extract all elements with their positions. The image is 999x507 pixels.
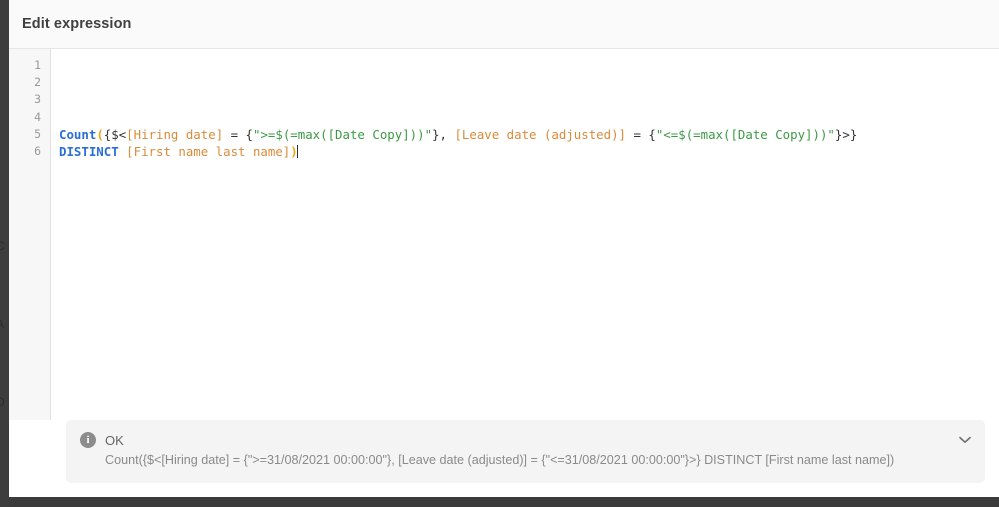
code-token-fn: Count (59, 126, 97, 142)
dialog-header: Edit expression (9, 0, 999, 49)
info-icon: i (80, 432, 96, 448)
line-number: 4 (34, 109, 41, 124)
code-token-plain: = { (223, 126, 253, 142)
validation-area: i OK Count({$<[Hiring date] = {">=31/08/… (9, 420, 999, 483)
code-token-field: [First name last name] (126, 143, 291, 159)
line-number: 2 (34, 75, 41, 90)
code-token-str: ">=$(=max([Date Copy]))" (253, 126, 433, 142)
background-content-strip: C A D (0, 0, 9, 507)
code-token-plain: = { (626, 126, 656, 142)
background-glyph: A (0, 317, 5, 331)
code-token-plain: }, (432, 126, 455, 142)
dialog-title: Edit expression (22, 16, 132, 32)
code-token-kw: DISTINCT (59, 143, 119, 159)
expression-editor[interactable]: 1 2 3 4 5 6 Count({$<[Hiring date] = {">… (9, 49, 999, 420)
code-input-area[interactable]: Count({$<[Hiring date] = {">=$(=max([Dat… (51, 49, 999, 420)
line-number: 6 (34, 144, 41, 159)
code-token-plain: {$< (103, 126, 127, 142)
line-number: 5 (34, 126, 41, 141)
line-number: 1 (34, 58, 41, 72)
background-glyph: C (0, 239, 5, 253)
code-token-paren: ( (96, 126, 104, 142)
background-glyph: D (0, 395, 5, 409)
code-token-field: [Hiring date] (126, 126, 224, 142)
text-cursor (296, 144, 298, 158)
code-line: DISTINCT [First name last name]) (59, 143, 999, 160)
expression-preview: Count({$<[Hiring date] = {">=31/08/2021 … (105, 453, 895, 467)
line-number: 3 (34, 92, 41, 107)
chevron-down-icon[interactable] (955, 430, 975, 450)
edit-expression-dialog: Edit expression 1 2 3 4 5 6 Count({$<[Hi… (9, 0, 999, 497)
code-line: Count({$<[Hiring date] = {">=$(=max([Dat… (59, 126, 999, 143)
validation-panel: i OK Count({$<[Hiring date] = {">=31/08/… (66, 420, 985, 483)
validation-status-row: i OK (80, 432, 947, 448)
line-number-gutter: 1 2 3 4 5 6 (9, 49, 51, 420)
validation-status-label: OK (105, 432, 124, 448)
code-token-field: [Leave date (adjusted)] (454, 126, 627, 142)
code-token-plain: }>} (834, 126, 858, 142)
code-token-str: "<=$(=max([Date Copy]))" (655, 126, 835, 142)
